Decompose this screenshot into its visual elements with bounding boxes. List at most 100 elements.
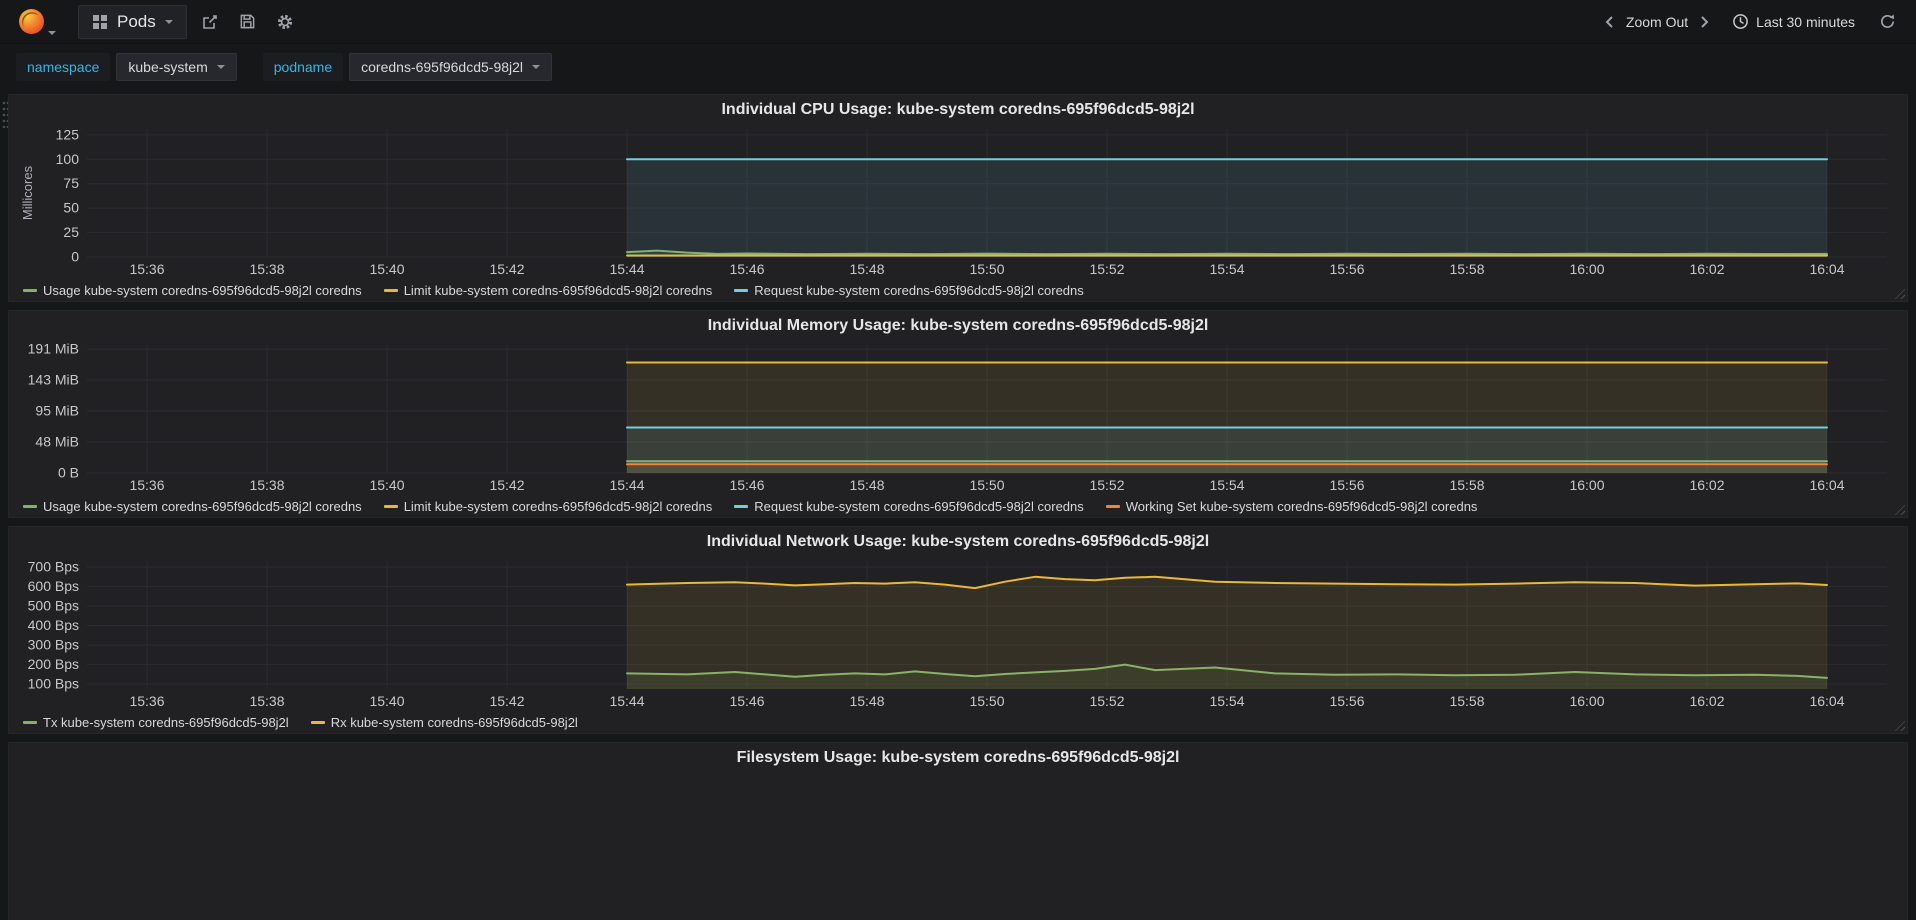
svg-text:15:38: 15:38 [249, 477, 284, 493]
caret-down-icon [216, 65, 225, 69]
legend-item[interactable]: Working Set kube-system coredns-695f96dc… [1105, 498, 1478, 514]
memory-usage-chart[interactable]: 0 B 48 MiB 95 MiB 143 MiB 191 MiB 15:36 15:38 1… [19, 339, 1897, 495]
time-range-picker-button[interactable]: Last 30 minutes [1732, 13, 1855, 30]
svg-text:50: 50 [63, 200, 79, 216]
dashboard-picker-button[interactable]: Pods [78, 4, 187, 39]
series-color-icon [310, 720, 325, 724]
svg-text:15:42: 15:42 [489, 261, 524, 277]
svg-text:125: 125 [56, 126, 80, 142]
svg-text:48 MiB: 48 MiB [35, 434, 79, 450]
svg-text:15:46: 15:46 [729, 693, 764, 709]
chevron-right-icon [1701, 15, 1709, 28]
zoom-out-button[interactable]: Zoom Out [1622, 8, 1692, 36]
svg-text:500 Bps: 500 Bps [28, 598, 79, 614]
svg-text:15:54: 15:54 [1209, 693, 1244, 709]
svg-text:15:48: 15:48 [849, 693, 884, 709]
legend-label: Working Set kube-system coredns-695f96dc… [1125, 498, 1478, 514]
svg-text:15:40: 15:40 [369, 261, 404, 277]
share-button[interactable] [195, 7, 225, 37]
svg-text:700 Bps: 700 Bps [28, 559, 79, 575]
svg-text:15:56: 15:56 [1329, 477, 1364, 493]
navbar-time-controls: Zoom Out Last 30 minutes [1598, 7, 1902, 36]
caret-down-icon [532, 65, 541, 69]
dashboard-grid: Individual CPU Usage: kube-system coredn… [0, 90, 1916, 920]
svg-text:15:50: 15:50 [969, 261, 1004, 277]
legend-item[interactable]: Usage kube-system coredns-695f96dcd5-98j… [23, 499, 362, 514]
legend-item[interactable]: Request kube-system coredns-695f96dcd5-9… [734, 283, 1084, 298]
series-color-icon [23, 288, 37, 292]
legend-label: Tx kube-system coredns-695f96dcd5-98j2l [43, 714, 289, 730]
variable-label-namespace: namespace [16, 53, 111, 81]
legend-item[interactable]: Usage kube-system coredns-695f96dcd5-98j… [23, 283, 362, 298]
svg-text:0: 0 [71, 249, 79, 265]
panel-title[interactable]: Individual Network Usage: kube-system co… [19, 529, 1897, 555]
variable-label-podname: podname [262, 53, 344, 81]
refresh-icon [1880, 14, 1895, 28]
legend-item[interactable]: Limit kube-system coredns-695f96dcd5-98j… [383, 283, 712, 298]
legend-item[interactable]: Request kube-system coredns-695f96dcd5-9… [734, 499, 1084, 514]
svg-text:15:44: 15:44 [609, 261, 644, 277]
filesystem-usage-chart[interactable] [19, 771, 1897, 920]
svg-text:100 Bps: 100 Bps [28, 676, 79, 692]
legend-item[interactable]: Limit kube-system coredns-695f96dcd5-98j… [383, 499, 712, 514]
chevron-left-icon [1605, 15, 1613, 28]
caret-down-icon [48, 31, 56, 35]
svg-text:15:38: 15:38 [249, 693, 284, 709]
grafana-menu-button[interactable] [14, 6, 60, 37]
variable-value-namespace[interactable]: kube-system [116, 53, 237, 81]
panel-title[interactable]: Individual CPU Usage: kube-system coredn… [19, 97, 1897, 123]
series-color-icon [23, 720, 37, 724]
legend-label: Usage kube-system coredns-695f96dcd5-98j… [43, 282, 362, 298]
gear-icon [277, 14, 292, 29]
memory-usage-legend: Usage kube-system coredns-695f96dcd5-98j… [19, 495, 1897, 517]
svg-text:15:58: 15:58 [1449, 477, 1484, 493]
svg-text:600 Bps: 600 Bps [28, 578, 79, 594]
grafana-logo-icon [19, 9, 44, 34]
svg-text:15:44: 15:44 [609, 693, 644, 709]
svg-text:16:02: 16:02 [1689, 261, 1724, 277]
variable-podname: podname coredns-695f96dcd5-98j2l [262, 53, 553, 81]
svg-text:15:52: 15:52 [1089, 477, 1124, 493]
caret-down-icon [164, 19, 173, 24]
save-button[interactable] [233, 7, 262, 36]
series-color-icon [23, 504, 37, 508]
svg-text:15:46: 15:46 [729, 477, 764, 493]
svg-text:0 B: 0 B [58, 465, 79, 481]
time-range-label: Last 30 minutes [1756, 13, 1855, 30]
svg-text:15:50: 15:50 [969, 477, 1004, 493]
svg-text:75: 75 [63, 175, 79, 191]
legend-label: Request kube-system coredns-695f96dcd5-9… [754, 282, 1084, 298]
network-usage-chart[interactable]: 100 Bps 200 Bps 300 Bps 400 Bps 500 Bps 600 B… [19, 555, 1897, 711]
svg-text:16:00: 16:00 [1569, 261, 1604, 277]
svg-text:16:00: 16:00 [1569, 693, 1604, 709]
svg-text:15:56: 15:56 [1329, 693, 1364, 709]
svg-text:400 Bps: 400 Bps [28, 617, 79, 633]
top-navbar: Pods Zoom Out Last 30 minutes [0, 0, 1916, 44]
svg-text:15:36: 15:36 [129, 693, 164, 709]
svg-text:25: 25 [63, 224, 79, 240]
refresh-button[interactable] [1873, 7, 1902, 36]
svg-text:191 MiB: 191 MiB [28, 341, 79, 357]
svg-text:15:54: 15:54 [1209, 261, 1244, 277]
panel-memory-usage: Individual Memory Usage: kube-system cor… [8, 310, 1908, 518]
svg-text:143 MiB: 143 MiB [28, 372, 79, 388]
svg-text:15:50: 15:50 [969, 693, 1004, 709]
panel-title[interactable]: Individual Memory Usage: kube-system cor… [19, 313, 1897, 339]
legend-label: Request kube-system coredns-695f96dcd5-9… [754, 498, 1084, 514]
legend-item[interactable]: Tx kube-system coredns-695f96dcd5-98j2l [23, 715, 289, 730]
variable-namespace: namespace kube-system [16, 53, 237, 81]
panel-title[interactable]: Filesystem Usage: kube-system coredns-69… [19, 745, 1897, 771]
settings-button[interactable] [270, 7, 300, 37]
svg-text:15:36: 15:36 [129, 261, 164, 277]
series-color-icon [383, 288, 398, 292]
svg-text:16:04: 16:04 [1809, 477, 1844, 493]
svg-text:15:52: 15:52 [1089, 693, 1124, 709]
svg-text:16:02: 16:02 [1689, 477, 1724, 493]
time-back-button[interactable] [1598, 9, 1622, 35]
variable-value-podname[interactable]: coredns-695f96dcd5-98j2l [349, 53, 553, 81]
time-forward-button[interactable] [1692, 9, 1716, 35]
series-color-icon [1105, 504, 1120, 508]
legend-item[interactable]: Rx kube-system coredns-695f96dcd5-98j2l [310, 715, 578, 730]
svg-text:200 Bps: 200 Bps [28, 656, 79, 672]
cpu-usage-chart[interactable]: 0 25 50 75 100 125 15:36 15:38 15:40 15:42 15:44 15… [19, 123, 1897, 279]
